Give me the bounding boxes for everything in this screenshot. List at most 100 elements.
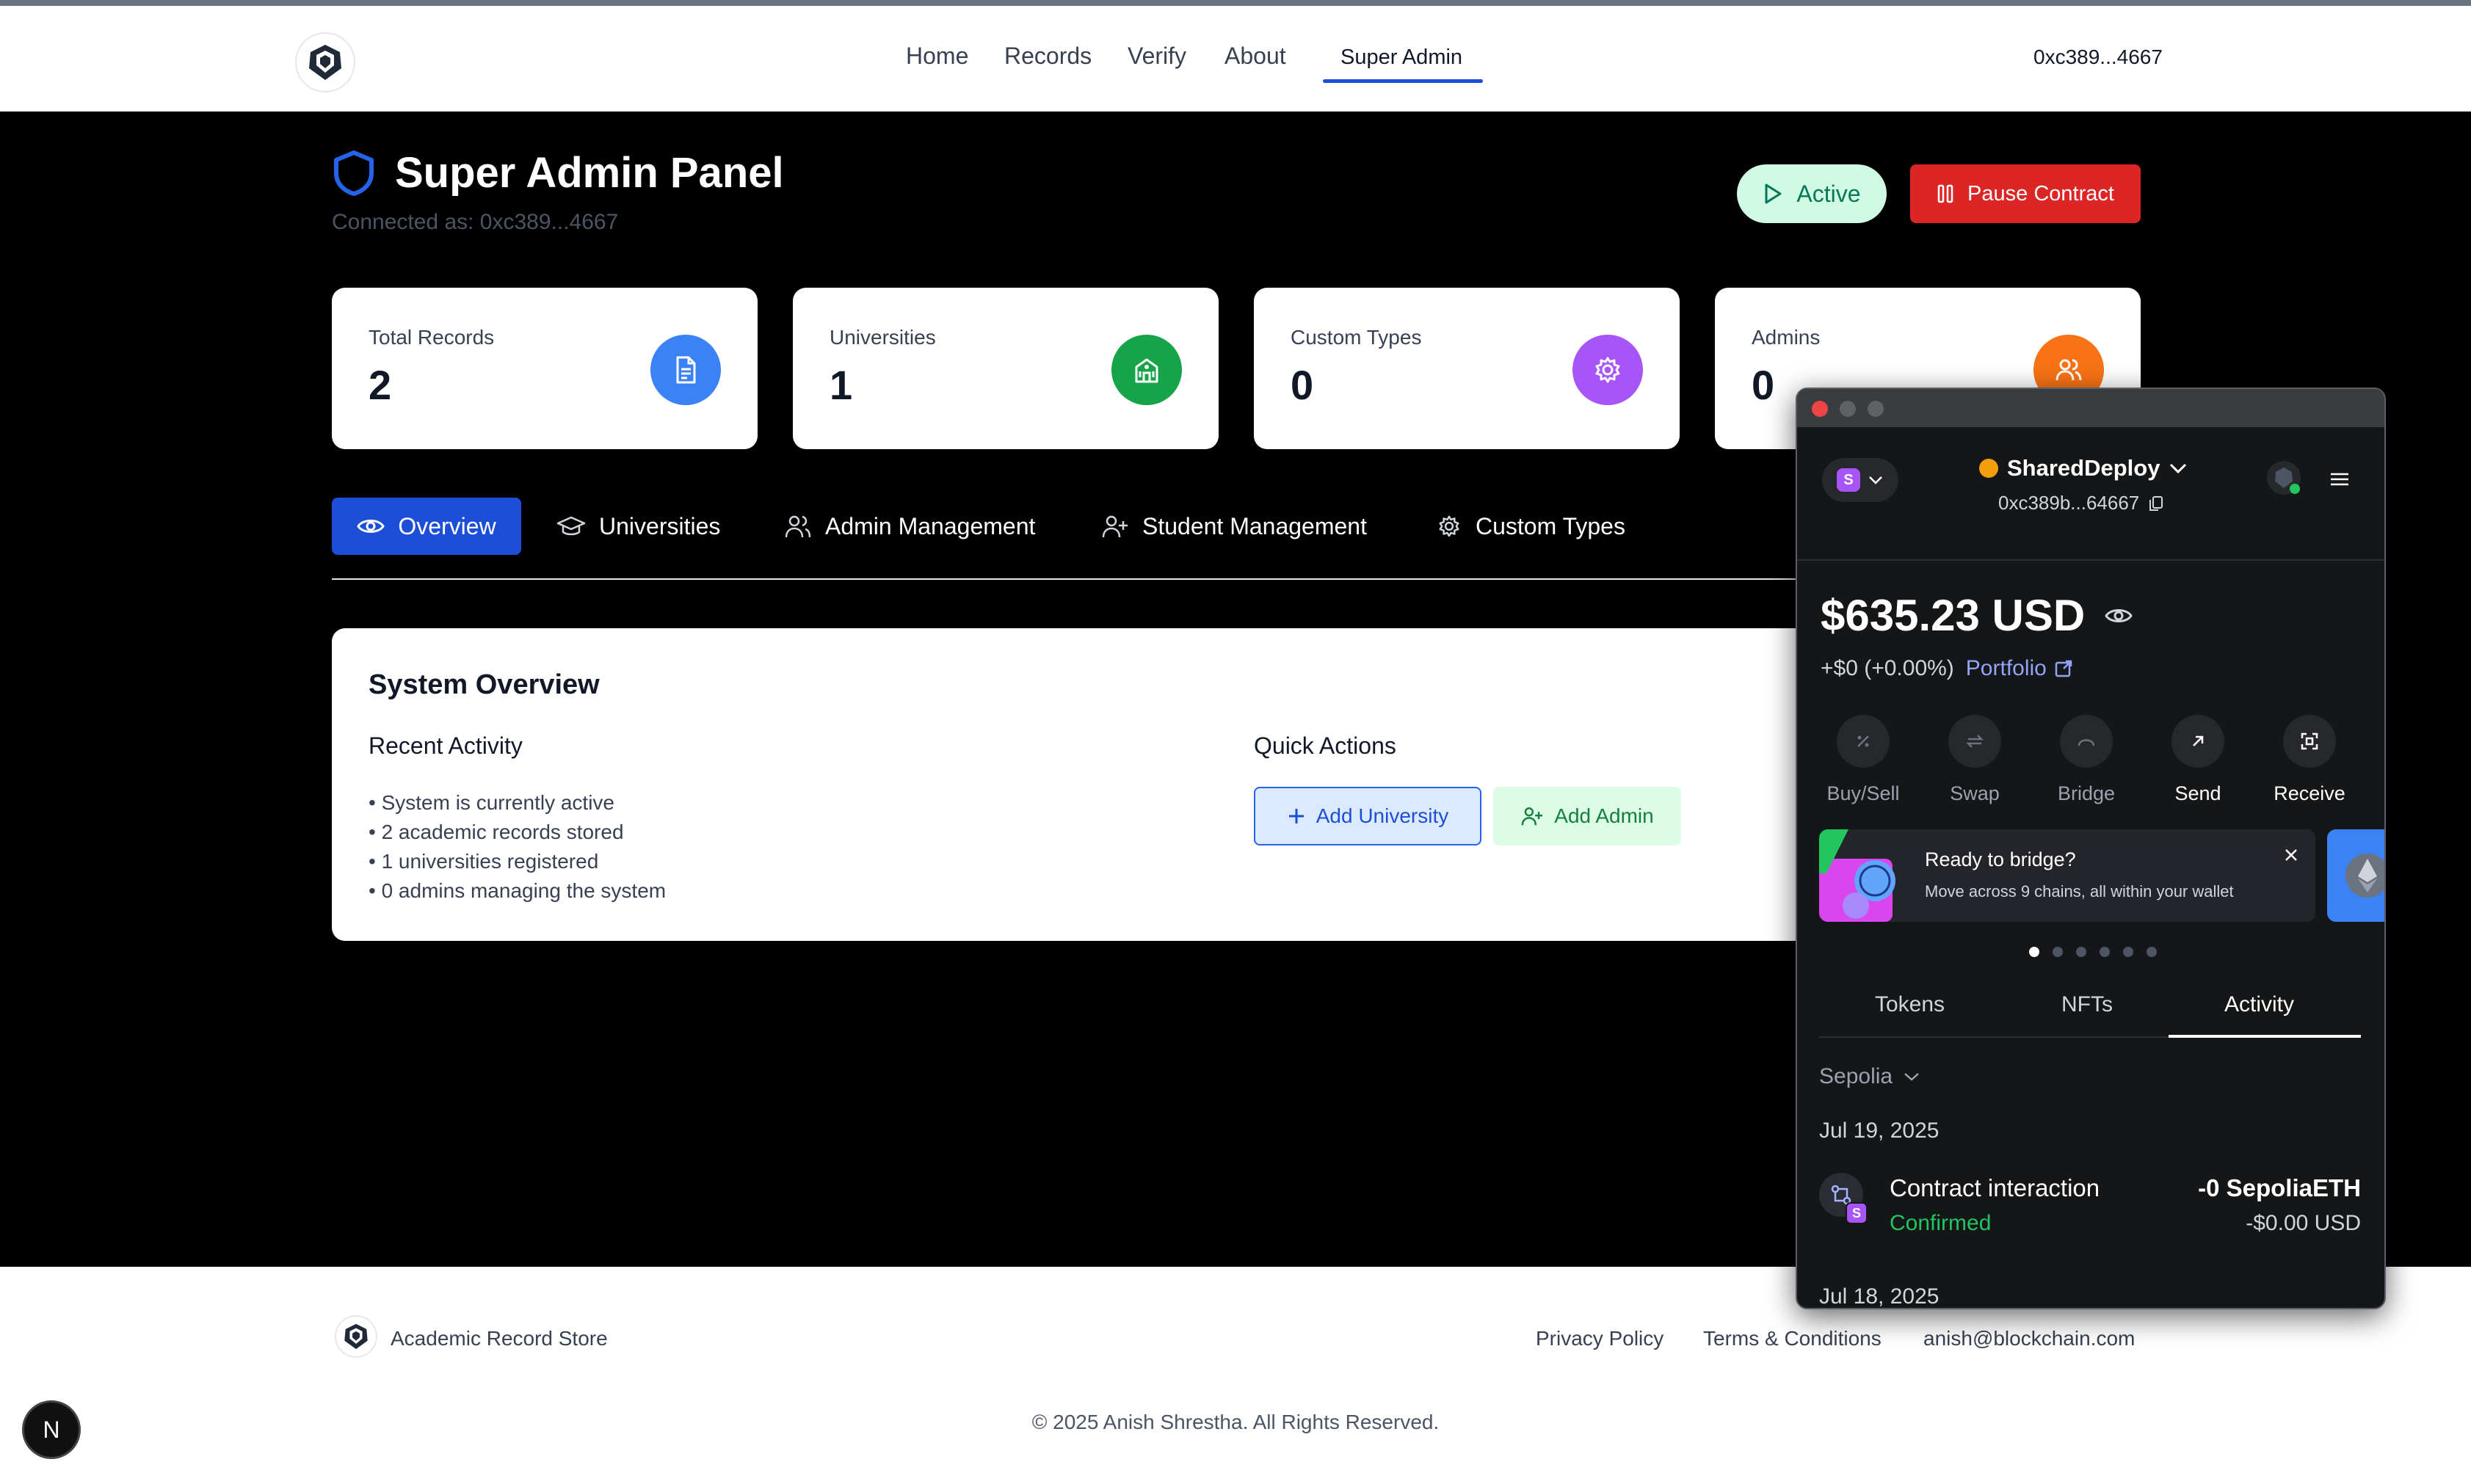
tx-title[interactable]: Contract interaction — [1890, 1174, 2100, 1202]
footer-brand: Academic Record Store — [391, 1327, 608, 1350]
next-promo-card[interactable] — [2327, 829, 2384, 922]
recent-activity-title: Recent Activity — [369, 732, 523, 759]
ethereum-icon — [2345, 854, 2384, 898]
privacy-policy-link[interactable]: Privacy Policy — [1536, 1327, 1663, 1350]
contract-status-label: Active — [1796, 180, 1861, 207]
nextjs-dev-badge[interactable]: N — [22, 1400, 81, 1459]
terms-link[interactable]: Terms & Conditions — [1703, 1327, 1882, 1350]
user-plus-icon — [1102, 515, 1128, 538]
gear-icon — [1439, 515, 1459, 537]
tx-amount: -0 SepoliaETH — [2198, 1174, 2361, 1201]
tab-universities[interactable]: Universities — [556, 498, 720, 555]
tab-universities-label: Universities — [599, 512, 721, 539]
chevron-down-icon — [1869, 476, 1882, 484]
list-item: • 1 universities registered — [369, 850, 599, 873]
receive-button[interactable]: Receive — [2265, 715, 2354, 805]
app-logo[interactable] — [295, 32, 355, 92]
graduation-cap-icon — [556, 516, 586, 536]
percent-icon — [1837, 715, 1890, 768]
arrow-up-right-icon — [2171, 715, 2224, 768]
page-title: Super Admin Panel — [395, 149, 784, 197]
carousel-dot[interactable] — [2147, 947, 2157, 957]
nav-super-admin[interactable]: Super Admin — [1340, 46, 1462, 70]
network-selector[interactable]: S — [1822, 458, 1898, 502]
nav-verify[interactable]: Verify — [1128, 43, 1186, 70]
nav-records[interactable]: Records — [1004, 43, 1092, 70]
external-link-icon — [2055, 660, 2072, 677]
eye-icon[interactable] — [2104, 605, 2133, 626]
tab-overview[interactable]: Overview — [332, 498, 521, 555]
add-university-label: Add University — [1316, 804, 1449, 827]
carousel-dot[interactable] — [2100, 947, 2110, 957]
network-filter[interactable]: Sepolia — [1819, 1064, 1920, 1089]
stat-value: 1 — [830, 362, 853, 408]
maximize-window-button[interactable] — [1868, 401, 1884, 417]
action-label: Bridge — [2057, 782, 2116, 804]
users-icon — [785, 515, 811, 538]
gear-icon — [1572, 335, 1643, 405]
portfolio-label: Portfolio — [1965, 656, 2047, 680]
carousel-dot-active[interactable] — [2029, 947, 2039, 957]
footer-logo[interactable] — [335, 1315, 377, 1358]
portfolio-link[interactable]: Portfolio — [1966, 656, 2073, 681]
balance-amount: $635.23 USD — [1821, 591, 2086, 640]
action-label: Swap — [1950, 782, 2000, 804]
tx-status: Confirmed — [1890, 1211, 1992, 1235]
tab-custom-types[interactable]: Custom Types — [1436, 498, 1625, 555]
contract-status-button[interactable]: Active — [1737, 164, 1887, 223]
stat-value: 0 — [1752, 362, 1775, 408]
bridge-button[interactable]: Bridge — [2042, 715, 2130, 805]
account-selector[interactable]: SharedDeploy — [1979, 455, 2188, 481]
balance-change: +$0 (+0.00%) Portfolio — [1821, 656, 2073, 681]
bridge-promo-card[interactable]: Ready to bridge? Move across 9 chains, a… — [1819, 829, 2315, 922]
stat-label: Admins — [1752, 326, 1821, 349]
nav-account-address[interactable]: 0xc389...4667 — [2033, 46, 2163, 69]
user-plus-icon — [1521, 807, 1543, 826]
pause-contract-label: Pause Contract — [1967, 181, 2114, 205]
account-name: SharedDeploy — [2007, 455, 2160, 481]
account-address[interactable]: 0xc389b...64667 — [1998, 492, 2164, 514]
pause-contract-button[interactable]: Pause Contract — [1910, 164, 2141, 223]
minimize-window-button[interactable] — [1840, 401, 1856, 417]
wallet-tab-indicator — [2169, 1035, 2361, 1038]
copy-icon — [2149, 495, 2163, 511]
stat-card-total-records: Total Records 2 — [332, 288, 758, 449]
stat-label: Custom Types — [1291, 326, 1422, 349]
add-admin-button[interactable]: Add Admin — [1493, 787, 1681, 845]
swap-button[interactable]: Swap — [1931, 715, 2019, 805]
tab-overview-label: Overview — [398, 512, 496, 539]
wallet-tab-tokens[interactable]: Tokens — [1875, 992, 1945, 1017]
logo-icon — [309, 45, 341, 80]
nav-about[interactable]: About — [1224, 43, 1286, 70]
site-connection-icon[interactable] — [2267, 461, 2301, 495]
plus-icon — [1288, 809, 1304, 823]
contact-email-link[interactable]: anish@blockchain.com — [1923, 1327, 2135, 1350]
action-label: Receive — [2274, 782, 2345, 804]
tab-custom-types-label: Custom Types — [1476, 512, 1625, 539]
nav-active-indicator — [1323, 79, 1483, 83]
network-filter-label: Sepolia — [1819, 1064, 1893, 1088]
tabs-divider — [332, 578, 1800, 580]
close-icon[interactable] — [2283, 847, 2299, 863]
wallet-tab-activity[interactable]: Activity — [2224, 992, 2294, 1017]
send-button[interactable]: Send — [2154, 715, 2242, 805]
carousel-dot[interactable] — [2123, 947, 2133, 957]
action-label: Send — [2174, 782, 2221, 804]
activity-date: Jul 18, 2025 — [1819, 1284, 1940, 1309]
tab-admin-management[interactable]: Admin Management — [784, 498, 1035, 555]
wallet-tab-nfts[interactable]: NFTs — [2061, 992, 2113, 1017]
carousel-dot[interactable] — [2053, 947, 2063, 957]
buy-sell-button[interactable]: Buy/Sell — [1819, 715, 1907, 805]
carousel-dot[interactable] — [2076, 947, 2086, 957]
tab-student-management[interactable]: Student Management — [1101, 498, 1367, 555]
hamburger-menu-icon[interactable] — [2329, 471, 2351, 487]
account-avatar — [1979, 459, 1998, 478]
nav-home[interactable]: Home — [906, 43, 968, 70]
add-university-button[interactable]: Add University — [1254, 787, 1481, 845]
list-item: • 2 academic records stored — [369, 821, 624, 843]
close-window-button[interactable] — [1812, 401, 1828, 417]
swap-icon — [1948, 715, 2001, 768]
play-icon — [1765, 183, 1782, 204]
eye-icon — [357, 520, 385, 533]
stat-value: 0 — [1291, 362, 1314, 408]
